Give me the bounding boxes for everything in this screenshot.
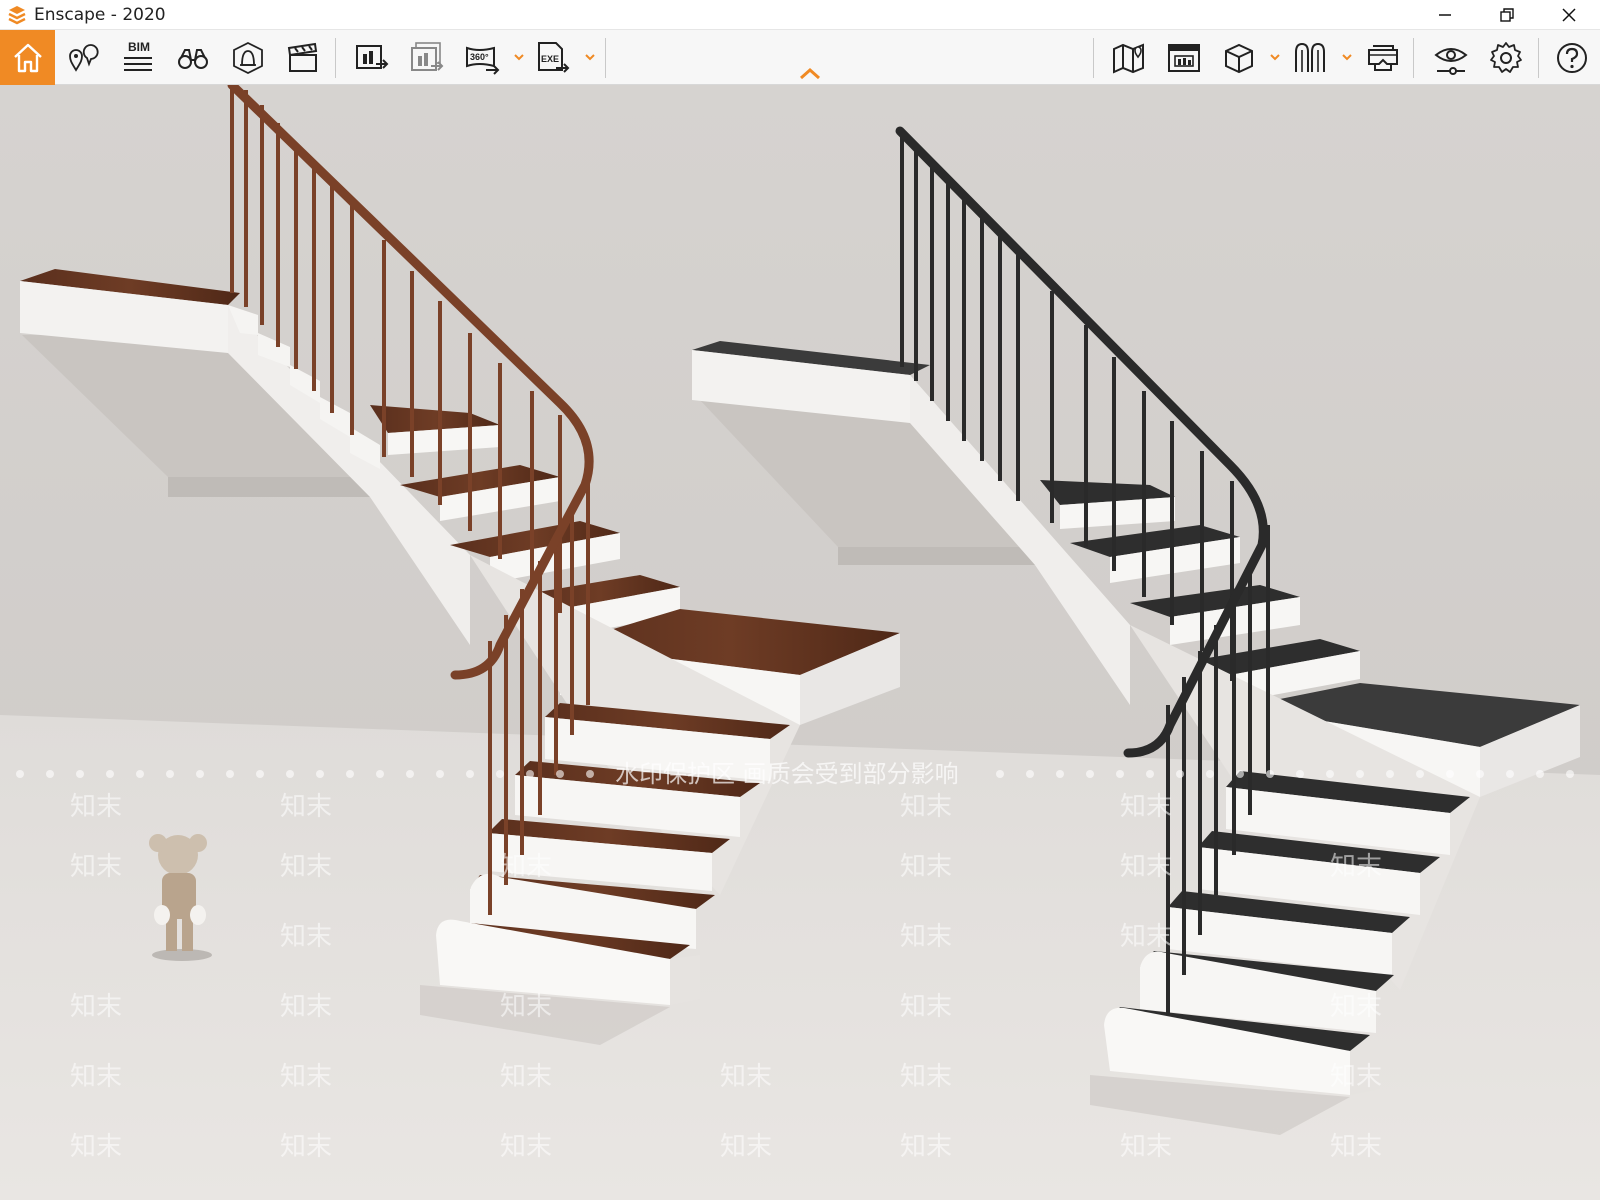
visual-settings-button[interactable] (1425, 30, 1477, 85)
window-controls (1414, 0, 1600, 30)
clapperboard-icon (287, 42, 318, 72)
watermark-text: 知末 (280, 792, 332, 822)
screenshot-button[interactable] (346, 30, 398, 85)
batch-render-icon (411, 41, 444, 71)
collapse-toolbar-chevron-icon[interactable] (797, 66, 823, 82)
watermark-text: 知末 (900, 1132, 952, 1162)
restore-icon (1500, 8, 1514, 22)
watermark-text: 知末 (280, 1062, 332, 1092)
watermark-text: 知末 (1120, 792, 1172, 822)
map-button[interactable] (1103, 30, 1155, 85)
asset-library-dropdown-chevron-icon[interactable] (1340, 50, 1354, 64)
watermark-text: 知末 (70, 852, 122, 882)
panorama-button[interactable]: 360° (456, 30, 508, 85)
exe-export-button[interactable]: EXE (526, 30, 578, 85)
watermark-text: 知末 (500, 852, 552, 882)
bim-button[interactable]: BIM (112, 30, 164, 85)
watermark-text: 知末 (500, 1062, 552, 1092)
watermark-text: 知末 (1120, 1132, 1172, 1162)
watermark-text: 知末 (1330, 1062, 1382, 1092)
watermark-text: 知末 (720, 1132, 772, 1162)
vr-headset-icon (1368, 44, 1398, 71)
title-bar: Enscape - 2020 (0, 0, 1600, 30)
svg-text:360°: 360° (470, 52, 489, 62)
home-button[interactable] (0, 30, 55, 85)
close-button[interactable] (1538, 0, 1600, 30)
panorama-dropdown-chevron-icon[interactable] (512, 50, 526, 64)
watermark-text: 知末 (280, 992, 332, 1022)
watermark-text: 知末 (900, 852, 952, 882)
window-title: Enscape - 2020 (34, 4, 166, 25)
location-pins-icon (69, 43, 99, 72)
settings-button[interactable] (1480, 30, 1532, 85)
toolbar-separator (1093, 38, 1094, 78)
render-viewport[interactable]: 水印保护区 画质会受到部分影响 知末 知末 知末 知末 知末 知末 知末 知末 … (0, 85, 1600, 1200)
toolbar-separator (335, 38, 336, 78)
exe-export-icon: EXE (538, 41, 570, 73)
watermark-text: 知末 (500, 992, 552, 1022)
asset-library-button[interactable] (1284, 30, 1336, 85)
panorama-360-icon: 360° (466, 46, 500, 75)
cube-icon (1225, 43, 1253, 73)
watermark-text: 知末 (70, 1132, 122, 1162)
render-window-button[interactable] (1158, 30, 1210, 85)
navigation-bell-icon (233, 41, 263, 74)
restore-button[interactable] (1476, 0, 1538, 30)
map-icon (1113, 43, 1144, 74)
vr-headset-button[interactable] (1357, 30, 1409, 85)
watermark-text: 知末 (500, 1132, 552, 1162)
render-window-icon (1168, 43, 1200, 72)
watermark-text: 知末 (900, 922, 952, 952)
watermark-text: 知末 (1330, 992, 1382, 1022)
walk-mode-button[interactable] (222, 30, 274, 85)
binoculars-icon (178, 48, 208, 69)
watermark-text: 知末 (280, 922, 332, 952)
watermark-text: 知末 (70, 792, 122, 822)
visual-settings-icon (1434, 47, 1468, 75)
bim-icon: BIM (124, 40, 152, 71)
svg-text:EXE: EXE (541, 54, 559, 64)
watermark-banner: 水印保护区 画质会受到部分影响 (615, 760, 959, 788)
watermark-text: 知末 (280, 1132, 332, 1162)
toolbar-separator (605, 38, 606, 78)
minimize-button[interactable] (1414, 0, 1476, 30)
asset-library-icon (1295, 42, 1325, 72)
watermark-text: 知末 (70, 992, 122, 1022)
video-editor-button[interactable] (277, 30, 329, 85)
scene-render: 水印保护区 画质会受到部分影响 知末 知末 知末 知末 知末 知末 知末 知末 … (0, 85, 1600, 1200)
cube-button[interactable] (1213, 30, 1265, 85)
watermark-text: 知末 (900, 1062, 952, 1092)
toolbar-separator (1538, 38, 1539, 78)
watermark-text: 知末 (1330, 1132, 1382, 1162)
cube-dropdown-chevron-icon[interactable] (1268, 50, 1282, 64)
help-button[interactable] (1546, 30, 1598, 85)
screenshot-export-icon (356, 44, 389, 69)
batch-render-button[interactable] (401, 30, 453, 85)
exe-export-dropdown-chevron-icon[interactable] (583, 50, 597, 64)
help-icon (1557, 42, 1587, 73)
watermark-text: 知末 (900, 992, 952, 1022)
watermark-text: 知末 (280, 852, 332, 882)
views-button[interactable] (57, 30, 109, 85)
close-icon (1562, 8, 1576, 22)
binoculars-button[interactable] (167, 30, 219, 85)
watermark-text: 知末 (900, 792, 952, 822)
settings-gear-icon (1490, 41, 1522, 73)
toolbar-separator (1413, 38, 1414, 78)
enscape-logo-icon (8, 5, 26, 24)
watermark-text: 知末 (1120, 852, 1172, 882)
watermark-text: 知末 (720, 1062, 772, 1092)
watermark-text: 知末 (1330, 852, 1382, 882)
watermark-text: 知末 (70, 1062, 122, 1092)
home-icon (13, 43, 42, 72)
svg-text:BIM: BIM (128, 40, 150, 54)
minimize-icon (1439, 14, 1451, 16)
watermark-text: 知末 (1120, 922, 1172, 952)
